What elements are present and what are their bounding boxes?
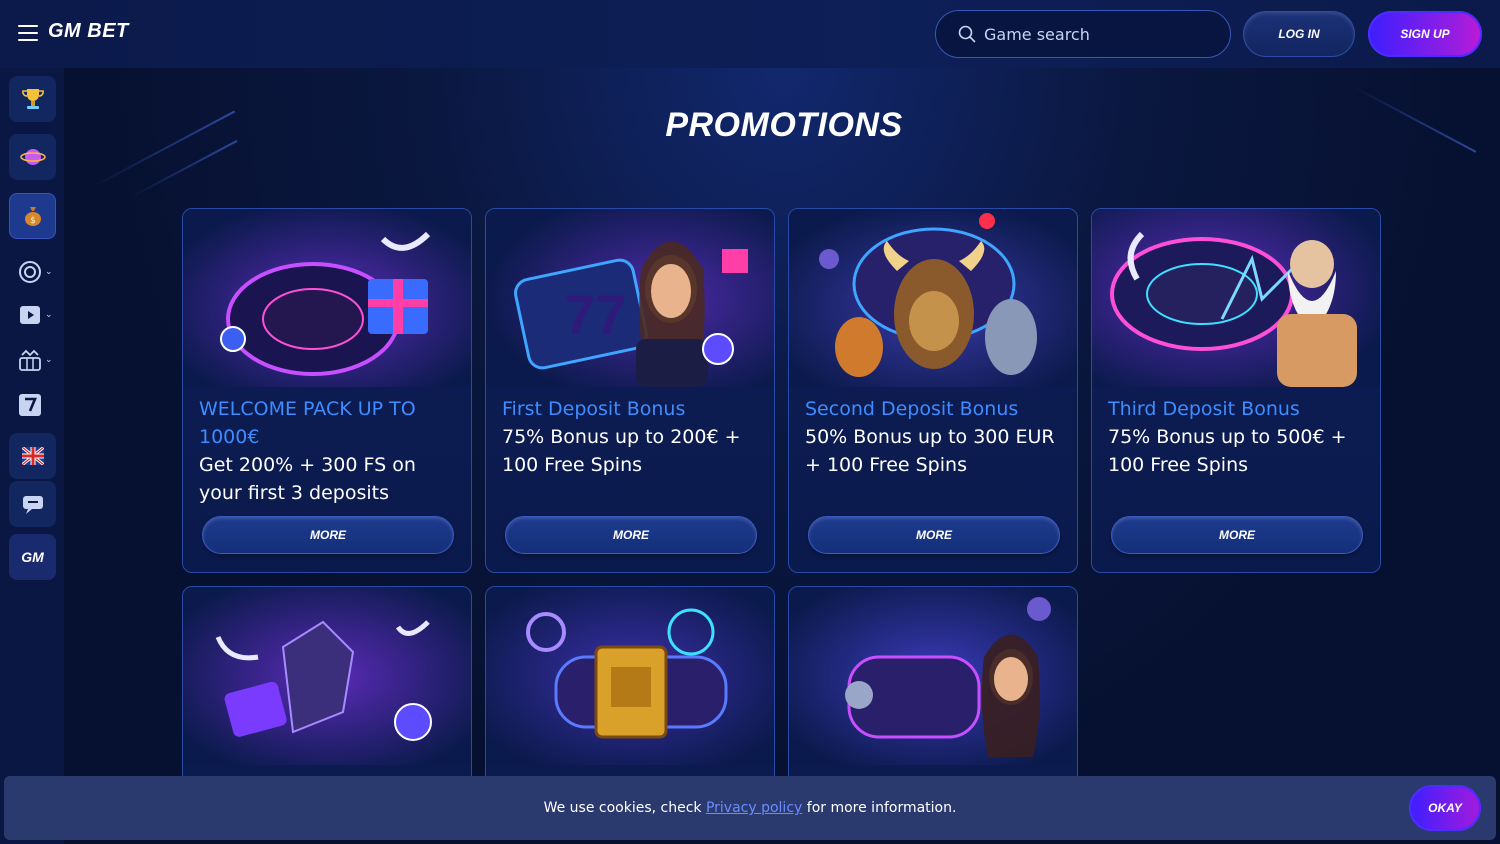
- promo-card[interactable]: Second Deposit Bonus 50% Bonus up to 300…: [788, 208, 1078, 573]
- chat-icon: [22, 496, 43, 514]
- promo-image: 77: [486, 209, 774, 387]
- cookie-text-before: We use cookies, check: [543, 800, 702, 816]
- slot-machine-icon: [19, 349, 41, 371]
- promo-card-title: WELCOME PACK UP TO 1000€ Get 200% + 300 …: [199, 395, 459, 507]
- sidebar-item-gm[interactable]: GM: [9, 534, 56, 580]
- privacy-policy-link[interactable]: Privacy policy: [706, 800, 802, 816]
- promo-image: [789, 587, 1077, 765]
- promo-title-text: WELCOME PACK UP TO 1000€: [199, 398, 416, 448]
- sidebar-item-casino[interactable]: ⌄: [18, 257, 58, 287]
- sidebar-item-promotions[interactable]: $: [9, 193, 56, 239]
- sidebar-item-language[interactable]: [9, 433, 56, 479]
- promo-title-text: Second Deposit Bonus: [805, 398, 1019, 420]
- promo-image: [789, 209, 1077, 387]
- sidebar-item-tournaments[interactable]: [9, 76, 56, 122]
- menu-icon[interactable]: [18, 25, 38, 41]
- promo-card[interactable]: Third Deposit Bonus 75% Bonus up to 500€…: [1091, 208, 1381, 573]
- promo-description: 75% Bonus up to 500€ + 100 Free Spins: [1108, 426, 1347, 476]
- promo-title-text: Third Deposit Bonus: [1108, 398, 1300, 420]
- casino-chip-icon: [19, 261, 41, 283]
- promo-description: 75% Bonus up to 200€ + 100 Free Spins: [502, 426, 741, 476]
- gm-logo-icon: GM: [21, 549, 44, 565]
- more-button[interactable]: MORE: [1111, 516, 1363, 554]
- live-play-icon: [20, 306, 40, 324]
- promo-card[interactable]: WELCOME PACK UP TO 1000€ Get 200% + 300 …: [182, 208, 472, 573]
- seven-icon: [19, 394, 41, 416]
- promo-card[interactable]: 77 First Deposit Bonus 75% Bonus up to 2…: [485, 208, 775, 573]
- promo-image: [486, 587, 774, 765]
- page-title: PROMOTIONS: [665, 106, 903, 144]
- login-button[interactable]: LOG IN: [1243, 11, 1355, 57]
- planet-icon: [19, 149, 46, 165]
- more-button[interactable]: MORE: [505, 516, 757, 554]
- promo-card-title: First Deposit Bonus 75% Bonus up to 200€…: [502, 395, 762, 479]
- more-button[interactable]: MORE: [808, 516, 1060, 554]
- promo-image: [1092, 209, 1380, 387]
- trophy-icon: [21, 89, 44, 109]
- promo-description: 50% Bonus up to 300 EUR + 100 Free Spins: [805, 426, 1055, 476]
- more-button[interactable]: MORE: [202, 516, 454, 554]
- promo-title-text: First Deposit Bonus: [502, 398, 686, 420]
- cookie-message: We use cookies, check Privacy policy for…: [544, 800, 957, 816]
- svg-text:77: 77: [564, 283, 626, 346]
- site-logo[interactable]: GM BET: [48, 20, 129, 43]
- sidebar-item-slots[interactable]: ⌄: [18, 345, 58, 375]
- decorative-streak: [130, 139, 238, 199]
- sidebar-item-chat[interactable]: [9, 481, 56, 527]
- cookie-banner: We use cookies, check Privacy policy for…: [4, 776, 1496, 840]
- search-icon: [958, 25, 976, 43]
- main-content: PROMOTIONS WELCOME PACK UP TO 1000€ Get …: [64, 68, 1500, 844]
- game-search-box[interactable]: [935, 10, 1231, 58]
- sidebar: $ ⌄ ⌄ ⌄ GM: [0, 68, 64, 844]
- chevron-down-icon: ⌄: [45, 355, 53, 365]
- chevron-down-icon: ⌄: [45, 310, 53, 320]
- sidebar-item-planet[interactable]: [9, 134, 56, 180]
- promo-card-title: Third Deposit Bonus 75% Bonus up to 500€…: [1108, 395, 1368, 479]
- chevron-down-icon: ⌄: [45, 267, 53, 277]
- okay-button[interactable]: OKAY: [1409, 785, 1481, 831]
- svg-text:$: $: [30, 216, 36, 226]
- money-bag-icon: $: [24, 207, 41, 226]
- signup-button[interactable]: SIGN UP: [1368, 11, 1482, 57]
- search-input[interactable]: [984, 24, 1204, 44]
- promo-card-title: Second Deposit Bonus 50% Bonus up to 300…: [805, 395, 1065, 479]
- sidebar-item-live[interactable]: ⌄: [18, 300, 58, 330]
- top-header: GM BET LOG IN SIGN UP: [0, 0, 1500, 68]
- uk-flag-icon: [21, 447, 44, 465]
- promo-image: [183, 209, 471, 387]
- promo-image: [183, 587, 471, 765]
- promo-description: Get 200% + 300 FS on your first 3 deposi…: [199, 454, 416, 504]
- cookie-text-after: for more information.: [806, 800, 957, 816]
- sidebar-item-seven[interactable]: [18, 390, 58, 420]
